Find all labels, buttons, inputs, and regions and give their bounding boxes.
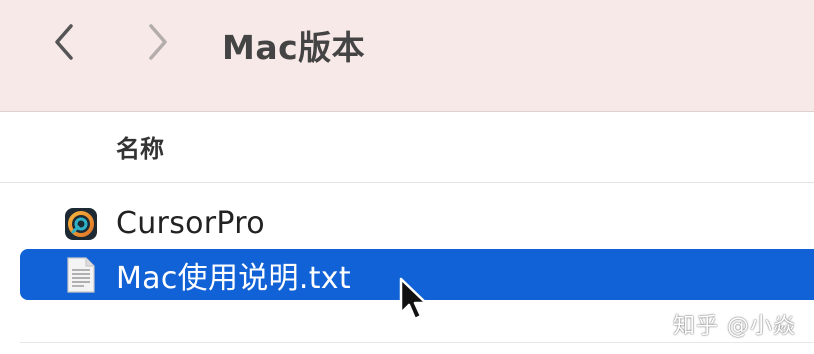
toolbar: Mac版本 [0,0,814,112]
text-document-icon [64,256,98,294]
file-name: CursorPro [116,206,265,241]
name-column-header[interactable]: 名称 [116,129,164,164]
app-icon [64,205,98,243]
chevron-right-icon [149,24,167,60]
finder-window: Mac版本 名称 CursorPro Mac使用说明.txt 知乎 @小焱 [0,0,814,354]
chevron-left-icon [55,24,73,60]
back-button[interactable] [42,20,86,64]
file-name: Mac使用说明.txt [116,260,351,296]
mouse-pointer-icon [399,277,428,321]
watermark: 知乎 @小焱 [673,314,796,339]
list-divider [20,342,814,343]
forward-button[interactable] [136,20,180,64]
window-title: Mac版本 [222,28,366,67]
column-header-bar: 名称 [0,113,814,183]
file-row-cursorpro[interactable]: CursorPro [20,198,814,249]
